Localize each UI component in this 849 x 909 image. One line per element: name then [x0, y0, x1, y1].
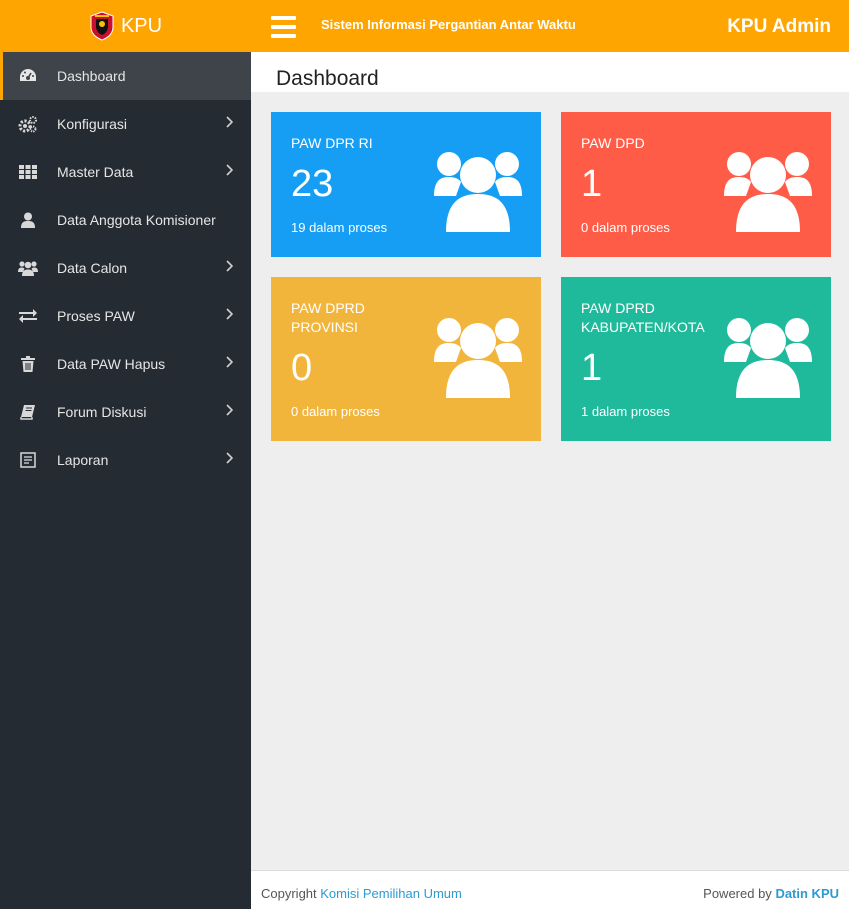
gears-icon: [18, 115, 38, 133]
hamburger-menu-icon[interactable]: [271, 16, 296, 38]
sidebar-item-data-anggota-komisioner[interactable]: Data Anggota Komisioner: [0, 196, 251, 244]
kpu-link[interactable]: Komisi Pemilihan Umum: [320, 886, 462, 901]
card-subtext: 0 dalam proses: [581, 220, 670, 235]
sidebar-item-data-paw-hapus[interactable]: Data PAW Hapus: [0, 340, 251, 388]
sidebar-item-label: Dashboard: [57, 68, 126, 84]
sidebar-item-konfigurasi[interactable]: Konfigurasi: [0, 100, 251, 148]
sidebar-item-label: Data Anggota Komisioner: [57, 212, 216, 228]
trash-icon: [18, 355, 38, 373]
grid-icon: [18, 163, 38, 181]
sidebar-item-data-calon[interactable]: Data Calon: [0, 244, 251, 292]
sidebar-item-label: Data Calon: [57, 260, 128, 276]
chevron-right-icon: [226, 164, 233, 176]
card-count: 23: [291, 163, 334, 205]
sidebar-item-forum-diskusi[interactable]: Forum Diskusi: [0, 388, 251, 436]
app-title: Sistem Informasi Pergantian Antar Waktu: [321, 17, 576, 32]
card-paw-dpr-ri[interactable]: PAW DPR RI 23 19 dalam proses: [271, 112, 541, 257]
powered-prefix: Powered by: [703, 886, 772, 901]
brand-name: KPU: [120, 14, 163, 37]
sidebar-item-proses-paw[interactable]: Proses PAW: [0, 292, 251, 340]
card-paw-dprd-kabupaten-kota[interactable]: PAW DPRD KABUPATEN/KOTA 1 1 dalam proses: [561, 277, 831, 441]
user-icon: [18, 211, 38, 229]
sidebar: KPU Dashboard Konfigurasi Master Data Da…: [0, 0, 251, 909]
chevron-right-icon: [226, 404, 233, 416]
card-title: PAW DPD: [581, 135, 645, 151]
brand[interactable]: KPU: [0, 0, 251, 52]
sidebar-item-label: Master Data: [57, 164, 134, 180]
card-paw-dprd-provinsi[interactable]: PAW DPRD PROVINSI 0 0 dalam proses: [271, 277, 541, 441]
chevron-right-icon: [226, 260, 233, 272]
book-icon: [18, 403, 38, 421]
users-icon: [434, 318, 522, 398]
chevron-right-icon: [226, 356, 233, 368]
card-count: 0: [291, 347, 313, 389]
user-menu[interactable]: KPU Admin: [727, 16, 831, 38]
sidebar-item-laporan[interactable]: Laporan: [0, 436, 251, 484]
kpu-logo-icon: [90, 11, 114, 41]
card-count: 1: [581, 347, 603, 389]
dashboard-icon: [18, 67, 38, 85]
datin-kpu-link[interactable]: Datin KPU: [775, 886, 839, 901]
sidebar-item-dashboard[interactable]: Dashboard: [0, 52, 251, 100]
card-subtext: 0 dalam proses: [291, 404, 380, 419]
page-title: Dashboard: [276, 67, 379, 90]
users-icon: [18, 259, 38, 277]
chevron-right-icon: [226, 452, 233, 464]
users-icon: [724, 152, 812, 232]
sidebar-item-master-data[interactable]: Master Data: [0, 148, 251, 196]
card-subtext: 1 dalam proses: [581, 404, 670, 419]
card-title: PAW DPRD KABUPATEN/KOTA: [581, 300, 705, 335]
card-paw-dpd[interactable]: PAW DPD 1 0 dalam proses: [561, 112, 831, 257]
footer-powered: Powered by Datin KPU: [703, 886, 839, 901]
copyright-prefix: Copyright: [261, 886, 317, 901]
card-title: PAW DPR RI: [291, 135, 373, 151]
report-icon: [18, 451, 38, 469]
footer-copyright: Copyright Komisi Pemilihan Umum: [261, 886, 462, 901]
sidebar-menu: Dashboard Konfigurasi Master Data Data A…: [0, 52, 251, 484]
sidebar-item-label: Konfigurasi: [57, 116, 128, 132]
chevron-right-icon: [226, 308, 233, 320]
exchange-icon: [18, 307, 38, 325]
sidebar-item-label: Proses PAW: [57, 308, 135, 324]
card-subtext: 19 dalam proses: [291, 220, 388, 235]
users-icon: [434, 152, 522, 232]
sidebar-item-label: Laporan: [57, 452, 109, 468]
sidebar-item-label: Forum Diskusi: [57, 404, 147, 420]
users-icon: [724, 318, 812, 398]
sidebar-item-label: Data PAW Hapus: [57, 356, 166, 372]
footer: Copyright Komisi Pemilihan Umum Powered …: [251, 870, 849, 909]
card-title: PAW DPRD PROVINSI: [291, 300, 365, 335]
card-count: 1: [581, 163, 603, 205]
content-header: Dashboard: [251, 52, 849, 92]
chevron-right-icon: [226, 116, 233, 128]
top-navbar: Sistem Informasi Pergantian Antar Waktu …: [251, 0, 849, 52]
